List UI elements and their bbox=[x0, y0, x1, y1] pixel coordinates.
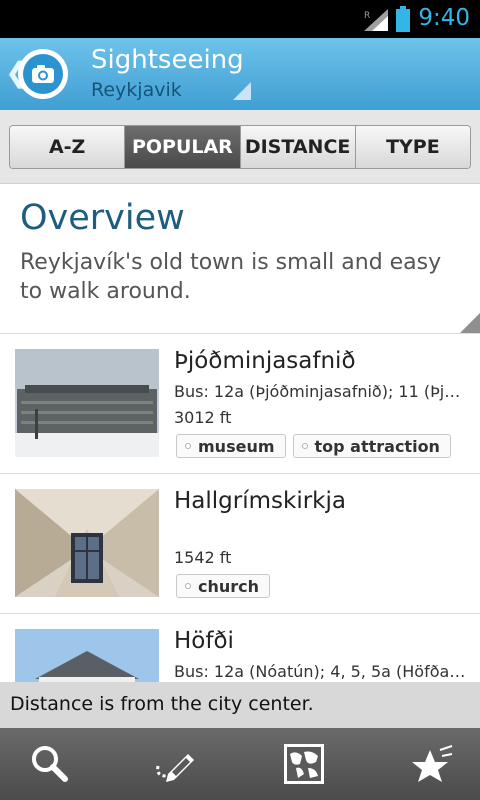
tag-label: church bbox=[198, 576, 260, 596]
app-logo[interactable] bbox=[18, 49, 68, 99]
list-item[interactable]: Þjóðminjasafnið Bus: 12a (Þjóðminjasafni… bbox=[0, 334, 480, 474]
tab-distance[interactable]: DISTANCE bbox=[240, 126, 356, 168]
bottom-toolbar bbox=[0, 728, 480, 800]
item-name: Hallgrímskirkja bbox=[174, 488, 346, 514]
item-name: Þjóðminjasafnið bbox=[174, 348, 356, 374]
expand-corner-icon[interactable] bbox=[460, 313, 480, 333]
svg-text:R: R bbox=[364, 11, 370, 21]
favorites-icon[interactable] bbox=[410, 742, 454, 786]
map-icon[interactable] bbox=[282, 742, 326, 786]
tag-label: museum bbox=[198, 436, 275, 456]
item-tags: museum top attraction bbox=[176, 434, 451, 458]
sort-tabs: A-Z POPULAR DISTANCE TYPE bbox=[9, 125, 471, 169]
tag-museum[interactable]: museum bbox=[176, 434, 286, 458]
battery-icon bbox=[396, 6, 410, 32]
spinner-arrow-icon[interactable] bbox=[233, 82, 251, 100]
tag-hole-icon bbox=[301, 443, 308, 449]
tab-a-z[interactable]: A-Z bbox=[10, 126, 126, 168]
overview-text: Reykjavík's old town is small and easy t… bbox=[20, 250, 442, 304]
clock: 9:40 bbox=[418, 5, 470, 31]
city-spinner[interactable]: Reykjavik bbox=[91, 79, 182, 101]
item-tags: church bbox=[176, 574, 271, 598]
item-distance: 1542 ft bbox=[174, 548, 232, 567]
overview-section[interactable]: Overview Reykjavík's old town is small a… bbox=[0, 184, 480, 334]
list-item[interactable]: Hallgrímskirkja 1542 ft church bbox=[0, 474, 480, 614]
tag-top-attraction[interactable]: top attraction bbox=[292, 434, 451, 458]
item-distance: 3012 ft bbox=[174, 408, 232, 427]
item-name: Höfði bbox=[174, 628, 234, 654]
overview-heading: Overview bbox=[20, 198, 185, 238]
item-transport: Bus: 12a (Nóatún); 4, 5, 5a (Höfðatún) bbox=[174, 662, 466, 681]
signal-icon: R bbox=[364, 9, 388, 31]
tag-hole-icon bbox=[185, 443, 191, 449]
distance-note: Distance is from the city center. bbox=[0, 682, 480, 728]
museum-photo bbox=[15, 349, 159, 457]
edit-route-icon[interactable] bbox=[152, 742, 196, 786]
church-photo bbox=[15, 489, 159, 597]
tab-type[interactable]: TYPE bbox=[355, 126, 470, 168]
tag-church[interactable]: church bbox=[176, 574, 271, 598]
sort-tabs-area: A-Z POPULAR DISTANCE TYPE bbox=[0, 110, 480, 184]
tag-hole-icon bbox=[185, 583, 191, 589]
item-transport: Bus: 12a (Þjóðminjasafnið); 11 (Þjóðminj… bbox=[174, 382, 466, 401]
page-title: Sightseeing bbox=[91, 45, 244, 75]
camera-icon bbox=[32, 65, 54, 83]
tab-popular[interactable]: POPULAR bbox=[125, 126, 241, 168]
tag-label: top attraction bbox=[314, 436, 440, 456]
distance-note-text: Distance is from the city center. bbox=[10, 693, 314, 715]
status-bar: R 9:40 bbox=[0, 0, 480, 38]
search-icon[interactable] bbox=[28, 742, 72, 786]
